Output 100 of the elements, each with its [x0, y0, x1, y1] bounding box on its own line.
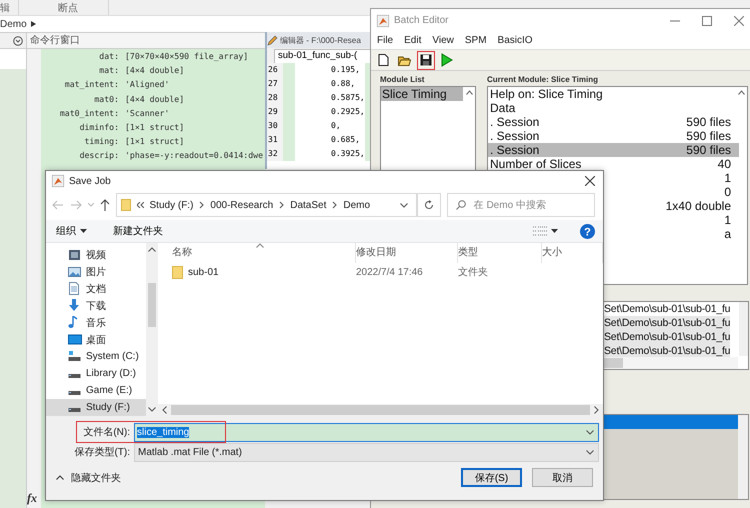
caret-icon[interactable] [30, 21, 36, 27]
breadcrumb-item[interactable]: Study (F:) [150, 200, 194, 211]
save-button[interactable]: 保存(S) [461, 468, 522, 488]
scrollbar-thumb[interactable] [603, 358, 623, 368]
address-text: Demo [0, 18, 27, 30]
hide-folders-toggle[interactable]: 隐藏文件夹 [56, 470, 121, 485]
line-number: 30 [267, 119, 283, 133]
file-path-item[interactable]: Set\Demo\sub-01\sub-01_fu [603, 316, 730, 330]
field-name: diminfo: [78, 122, 119, 134]
new-folder-button[interactable]: 新建文件夹 [113, 224, 163, 238]
field-name: mat0: [93, 94, 119, 106]
scrollbar-thumb[interactable] [148, 282, 156, 327]
double-chevron-icon[interactable] [136, 202, 144, 208]
close-icon[interactable] [585, 176, 595, 186]
help-icon[interactable]: ? [580, 224, 595, 239]
module-option-row[interactable]: . Session 590 files [488, 129, 739, 143]
chevron-icon [199, 201, 204, 210]
nav-item[interactable]: 图片 [46, 263, 146, 280]
menu-item[interactable]: SPM [464, 35, 487, 46]
toolstrip-tab[interactable]: 辑 [0, 0, 19, 15]
option-value[interactable]: 1 [724, 171, 731, 185]
option-value: 590 files [686, 129, 731, 143]
chevron-icon [279, 201, 284, 210]
collapse-icon[interactable] [13, 36, 23, 46]
monitor-icon [68, 334, 82, 346]
file-tab[interactable]: sub-01_func_sub-( [274, 49, 371, 63]
column-header[interactable]: 类型 [458, 243, 542, 264]
nav-item[interactable]: 桌面 [46, 331, 146, 348]
menu-item[interactable]: View [432, 35, 454, 46]
scroll-left-icon[interactable] [162, 406, 167, 414]
scrollbar[interactable] [738, 415, 748, 499]
nav-item[interactable]: 文档 [46, 280, 146, 298]
maximize-icon[interactable] [702, 16, 712, 26]
folder-icon [172, 266, 183, 279]
organize-menu[interactable]: 组织 [56, 224, 87, 238]
field-name: mat: [98, 65, 119, 78]
nav-item[interactable]: Study (F:) [46, 399, 146, 416]
nav-item[interactable]: 下载 [46, 297, 146, 314]
breadcrumb-item[interactable]: DataSet [290, 200, 326, 211]
folder-icon [398, 54, 411, 66]
column-header[interactable]: 名称 [172, 243, 356, 264]
module-option-row[interactable]: Data [488, 101, 739, 115]
module-option-row[interactable]: . Session 590 files [488, 143, 739, 157]
field-label: 保存类型(T): [73, 446, 131, 460]
dropdown-icon[interactable] [586, 450, 594, 455]
dropdown-icon[interactable] [586, 430, 594, 435]
module-item[interactable]: Slice Timing [381, 87, 463, 101]
caret-icon[interactable] [551, 229, 558, 234]
scroll-up-icon[interactable] [466, 90, 473, 95]
toolstrip-tab[interactable]: 断点 [19, 0, 109, 15]
filename-field[interactable]: slice_timing [134, 422, 599, 442]
file-path-item[interactable]: Set\Demo\sub-01\sub-01_fu [603, 344, 730, 358]
option-value: 590 files [686, 115, 731, 129]
option-label: Data [490, 101, 516, 115]
module-option-row[interactable]: Number of Slices 40 [488, 157, 739, 171]
option-value[interactable]: a [724, 227, 731, 241]
menu-item[interactable]: BasicIO [498, 35, 533, 46]
file-path-item[interactable]: Set\Demo\sub-01\sub-01_fu [603, 330, 730, 344]
scrollbar[interactable] [158, 404, 603, 416]
option-value[interactable]: 1x40 double [666, 199, 731, 213]
nav-item[interactable]: 视频 [46, 246, 146, 264]
nav-item[interactable]: Game (E:) [46, 382, 146, 400]
scroll-down-icon[interactable] [148, 407, 156, 412]
scroll-right-icon[interactable] [594, 406, 599, 414]
column-header[interactable]: 大小 [542, 243, 603, 264]
up-arrow-icon[interactable] [100, 199, 110, 212]
toolbar-button[interactable] [417, 50, 435, 70]
field-value: 'Aligned' [124, 79, 170, 92]
menu-item[interactable]: Edit [404, 35, 422, 46]
menu-item[interactable]: File [377, 35, 394, 46]
option-value[interactable]: 0 [724, 185, 731, 199]
nav-item[interactable]: 音乐 [46, 314, 146, 332]
scroll-up-icon[interactable] [148, 247, 156, 252]
line-number: 31 [267, 133, 283, 147]
file-path-item[interactable]: Set\Demo\sub-01\sub-01_fu [603, 302, 730, 316]
module-option-row[interactable]: Help on: Slice Timing [488, 87, 739, 101]
scrollbar[interactable] [739, 302, 748, 356]
field-name: timing: [83, 136, 119, 148]
module-option-row[interactable]: . Session 590 files [488, 115, 739, 129]
cancel-button[interactable]: 取消 [532, 468, 593, 488]
scroll-up-icon[interactable] [738, 90, 745, 95]
option-value[interactable]: 1 [724, 213, 731, 227]
nav-item[interactable]: Library (D:) [46, 365, 146, 382]
option-label: . Session [490, 129, 540, 143]
scrollbar-thumb[interactable] [171, 405, 590, 416]
column-header[interactable]: 修改日期 [356, 243, 458, 264]
search-field[interactable]: 在 Demo 中搜索 [446, 193, 595, 218]
field-name: mat0_intent: [58, 108, 119, 120]
dropdown-icon[interactable] [400, 202, 408, 208]
nav-item[interactable]: System (C:) [46, 348, 146, 366]
panel-title: Current Module: Slice Timing [487, 75, 599, 85]
folder-icon [120, 199, 131, 212]
field-value: [4×4 double] [124, 94, 186, 106]
breadcrumb-item[interactable]: 000-Research [210, 200, 274, 211]
refresh-icon[interactable] [424, 200, 434, 210]
breadcrumb-item[interactable]: Demo [343, 200, 370, 211]
file-type-dropdown[interactable]: Matlab .mat File (*.mat) [134, 442, 599, 462]
window-title: Batch Editor [394, 15, 448, 26]
file-name[interactable]: sub-01 [188, 266, 219, 278]
line-number: 32 [267, 147, 283, 161]
